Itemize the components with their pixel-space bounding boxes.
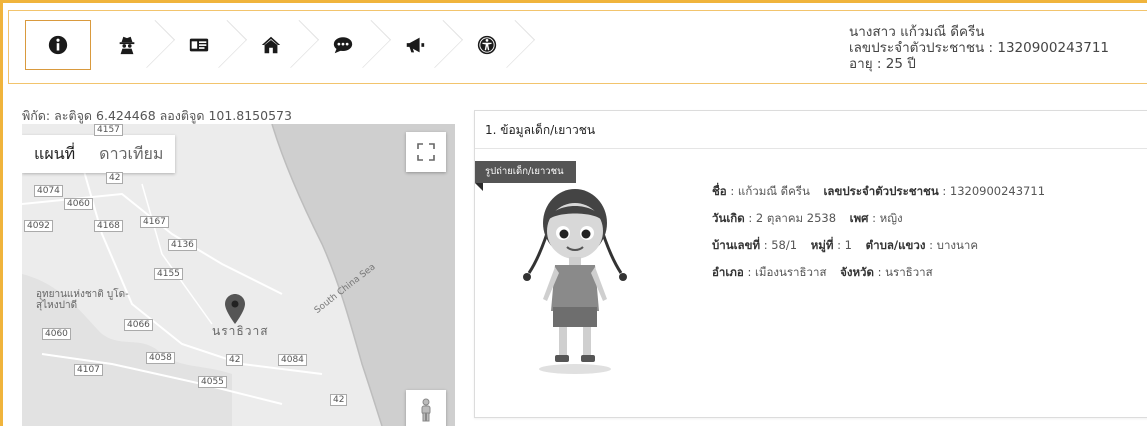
province-label: จังหวัด — [840, 265, 874, 279]
road-label: 4060 — [64, 198, 93, 210]
child-avatar — [523, 189, 627, 374]
road-label: 4157 — [94, 124, 123, 136]
road-label: 42 — [106, 172, 124, 184]
id-label: เลขประจำตัวประชาชน — [823, 184, 939, 198]
child-info-card: 1. ข้อมูลเด็ก/เยาวชน รูปถ่ายเด็ก/เยาวชน … — [474, 110, 1147, 418]
ribbon-fold — [475, 183, 483, 191]
park-label: อุทยานแห่งชาติ บูโด-สุไหงปาดี — [36, 289, 129, 311]
moo-value: : 1 — [837, 238, 852, 252]
profile-id: เลขประจำตัวประชาชน : 1320900243711 — [849, 40, 1110, 56]
left-accent-border — [0, 0, 3, 426]
moo-label: หมู่ที่ — [810, 238, 834, 252]
top-accent-border — [0, 0, 1147, 3]
house-label: บ้านเลขที่ — [712, 238, 761, 252]
name-value: : แก้วมณี ดีครีน — [730, 184, 810, 198]
road-label: 42 — [226, 354, 244, 366]
road-label: 4168 — [94, 220, 123, 232]
map-view[interactable]: แผนที่ ดาวเทียม 4157 42 4074 4060 4092 4… — [22, 124, 455, 426]
coordinates-text: พิกัด: ละติจูด 6.424468 ลองติจูด 101.815… — [22, 108, 292, 123]
birth-label: วันเกิด — [712, 211, 745, 225]
map-marker-icon — [225, 294, 245, 324]
road-label: 4066 — [124, 319, 153, 331]
details-row-birth: วันเกิด : 2 ตุลาคม 2538 เพศ : หญิง — [712, 205, 1055, 232]
amphoe-label: อำเภอ — [712, 265, 744, 279]
fullscreen-button[interactable] — [406, 132, 446, 172]
tab-info[interactable] — [25, 20, 91, 70]
id-value: : 1320900243711 — [942, 184, 1046, 198]
tab-separator — [486, 19, 536, 69]
details-row-name: ชื่อ : แก้วมณี ดีครีน เลขประจำตัวประชาชน… — [712, 178, 1055, 205]
details-row-address: บ้านเลขที่ : 58/1 หมู่ที่ : 1 ตำบล/แขวง … — [712, 232, 1055, 259]
road-label: 4060 — [42, 328, 71, 340]
sex-label: เพศ — [849, 211, 869, 225]
road-label: 42 — [330, 394, 348, 406]
map-type-satellite[interactable]: ดาวเทียม — [87, 135, 175, 173]
house-value: : 58/1 — [763, 238, 798, 252]
profile-age: อายุ : 25 ปี — [849, 56, 916, 72]
road-label: 4058 — [146, 352, 175, 364]
street-view-button[interactable] — [406, 390, 446, 426]
header-bar: นางสาว แก้วมณี ดีครีน เลขประจำตัวประชาชน… — [8, 10, 1147, 84]
road-label: 4167 — [140, 216, 169, 228]
card-title: 1. ข้อมูลเด็ก/เยาวชน — [475, 111, 1147, 149]
fullscreen-icon — [417, 143, 435, 161]
sex-value: : หญิง — [872, 211, 903, 225]
road-label: 4155 — [154, 268, 183, 280]
pegman-icon — [421, 398, 431, 422]
tambon-value: : บางนาค — [929, 238, 979, 252]
tab-person[interactable] — [91, 19, 176, 70]
tab-accessibility[interactable] — [451, 19, 536, 70]
child-details: ชื่อ : แก้วมณี ดีครีน เลขประจำตัวประชาชน… — [712, 178, 1055, 286]
section-tabs — [25, 19, 536, 70]
road-label: 4092 — [24, 220, 53, 232]
tambon-label: ตำบล/แขวง — [865, 238, 926, 252]
road-label: 4107 — [74, 364, 103, 376]
town-label: นราธิวาส — [212, 324, 269, 338]
details-row-district: อำเภอ : เมืองนราธิวาส จังหวัด : นราธิวาส — [712, 259, 1055, 286]
province-value: : นราธิวาส — [877, 265, 933, 279]
road-label: 4074 — [34, 185, 63, 197]
tab-bullhorn[interactable] — [379, 19, 464, 70]
profile-summary: นางสาว แก้วมณี ดีครีน เลขประจำตัวประชาชน… — [849, 24, 1109, 72]
map-type-map[interactable]: แผนที่ — [22, 135, 87, 173]
road-label: 4055 — [198, 376, 227, 388]
tab-home[interactable] — [235, 19, 320, 70]
name-label: ชื่อ — [712, 184, 727, 198]
info-icon — [48, 35, 68, 55]
profile-name: นางสาว แก้วมณี ดีครีน — [849, 24, 985, 40]
map-type-tabs: แผนที่ ดาวเทียม — [22, 135, 176, 173]
road-label: 4084 — [278, 354, 307, 366]
tab-id-card[interactable] — [163, 19, 248, 70]
road-label: 4136 — [168, 239, 197, 251]
tab-comment[interactable] — [307, 19, 392, 70]
photo-ribbon: รูปถ่ายเด็ก/เยาวชน — [475, 161, 576, 183]
birth-value: : 2 ตุลาคม 2538 — [748, 211, 837, 225]
amphoe-value: : เมืองนราธิวาส — [747, 265, 827, 279]
